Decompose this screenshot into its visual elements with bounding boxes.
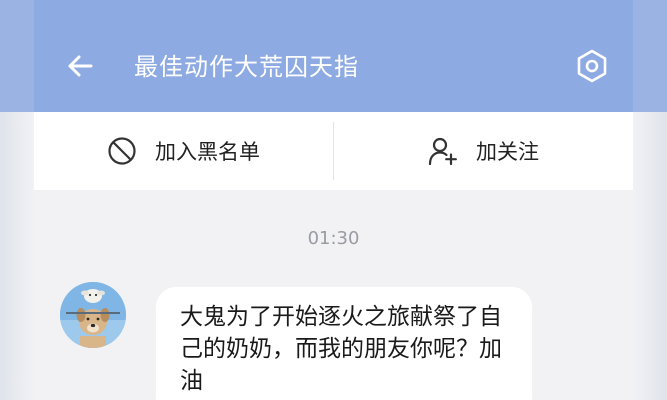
follow-button[interactable]: 加关注 xyxy=(334,112,633,190)
prohibit-icon xyxy=(108,137,136,165)
follow-label: 加关注 xyxy=(476,140,539,164)
message-bubble[interactable]: 大鬼为了开始逐火之旅献祭了自己的奶奶，而我的朋友你呢？加油 xyxy=(156,287,532,400)
chat-screen: 最佳动作大荒囚天指 加入黑名单 加关注 01:30 大鬼为了开始逐火之旅献祭了自… xyxy=(34,0,633,400)
block-button[interactable]: 加入黑名单 xyxy=(34,112,333,190)
page-title: 最佳动作大荒囚天指 xyxy=(134,53,359,81)
arrow-left-icon[interactable] xyxy=(64,50,96,82)
background-edge-right xyxy=(633,0,667,112)
top-bar: 最佳动作大荒囚天指 xyxy=(34,0,633,112)
add-user-icon xyxy=(428,137,457,166)
action-bar: 加入黑名单 加关注 xyxy=(34,112,633,190)
block-label: 加入黑名单 xyxy=(155,140,260,164)
avatar[interactable] xyxy=(60,282,126,348)
hexagon-gear-icon[interactable] xyxy=(574,48,610,84)
message-timestamp: 01:30 xyxy=(307,228,360,249)
dog-goat-avatar-image xyxy=(60,282,126,348)
background-edge-left xyxy=(0,0,34,112)
message-text: 大鬼为了开始逐火之旅献祭了自己的奶奶，而我的朋友你呢？加油 xyxy=(180,304,502,394)
